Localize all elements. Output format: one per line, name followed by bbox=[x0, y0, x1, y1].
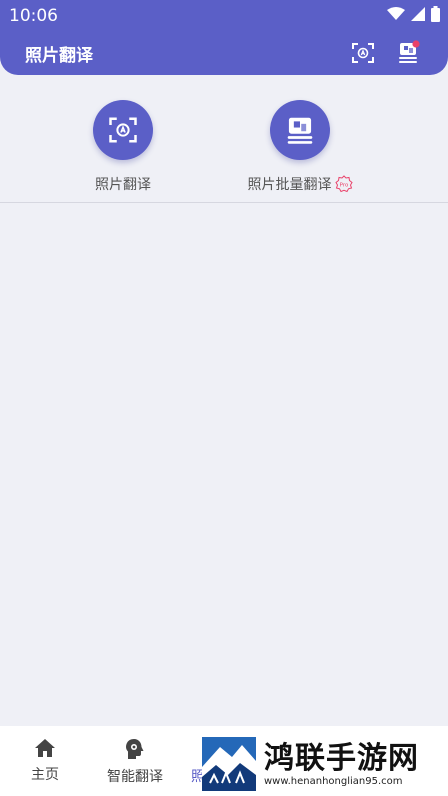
nav-smart-translate[interactable]: 智能翻译 bbox=[100, 738, 170, 786]
batch-translate-icon-circle[interactable] bbox=[270, 100, 330, 160]
watermark: 鸿联手游网 www.henanhonglian95.com bbox=[202, 736, 448, 792]
battery-icon bbox=[431, 6, 440, 22]
status-icons bbox=[387, 6, 440, 22]
watermark-url: www.henanhonglian95.com bbox=[264, 775, 403, 787]
status-bar: 10:06 bbox=[0, 0, 448, 30]
nav-label: 智能翻译 bbox=[107, 769, 163, 785]
cell-signal-icon bbox=[411, 7, 425, 21]
watermark-text: 鸿联手游网 www.henanhonglian95.com bbox=[264, 740, 419, 787]
smart-head-icon bbox=[126, 739, 144, 759]
tool-label: 照片翻译 bbox=[95, 177, 151, 193]
batch-translate-header-button[interactable] bbox=[396, 40, 422, 66]
scan-text-icon bbox=[109, 117, 137, 143]
batch-translate-icon bbox=[399, 40, 420, 63]
tool-grid: 照片翻译 照片批量翻译 Pro bbox=[0, 75, 448, 203]
scan-translate-button[interactable] bbox=[350, 40, 376, 66]
status-time: 10:06 bbox=[9, 6, 58, 26]
home-icon bbox=[35, 739, 55, 757]
app-header: 10:06 照片翻译 bbox=[0, 0, 448, 75]
photo-translate-tool[interactable]: 照片翻译 bbox=[48, 100, 198, 194]
svg-text:Pro: Pro bbox=[339, 183, 348, 189]
tool-label: 照片批量翻译 Pro bbox=[248, 174, 353, 194]
scan-text-icon bbox=[352, 43, 374, 63]
page-title: 照片翻译 bbox=[25, 46, 93, 66]
nav-home[interactable]: 主页 bbox=[22, 738, 68, 784]
wifi-icon bbox=[387, 7, 405, 20]
watermark-logo-icon bbox=[202, 737, 256, 791]
pro-badge-icon: Pro bbox=[334, 175, 353, 193]
batch-translate-icon bbox=[287, 117, 313, 144]
batch-photo-translate-tool[interactable]: 照片批量翻译 Pro bbox=[225, 100, 375, 194]
watermark-title: 鸿联手游网 bbox=[264, 740, 419, 776]
photo-translate-icon-circle[interactable] bbox=[93, 100, 153, 160]
nav-label: 主页 bbox=[31, 767, 59, 783]
